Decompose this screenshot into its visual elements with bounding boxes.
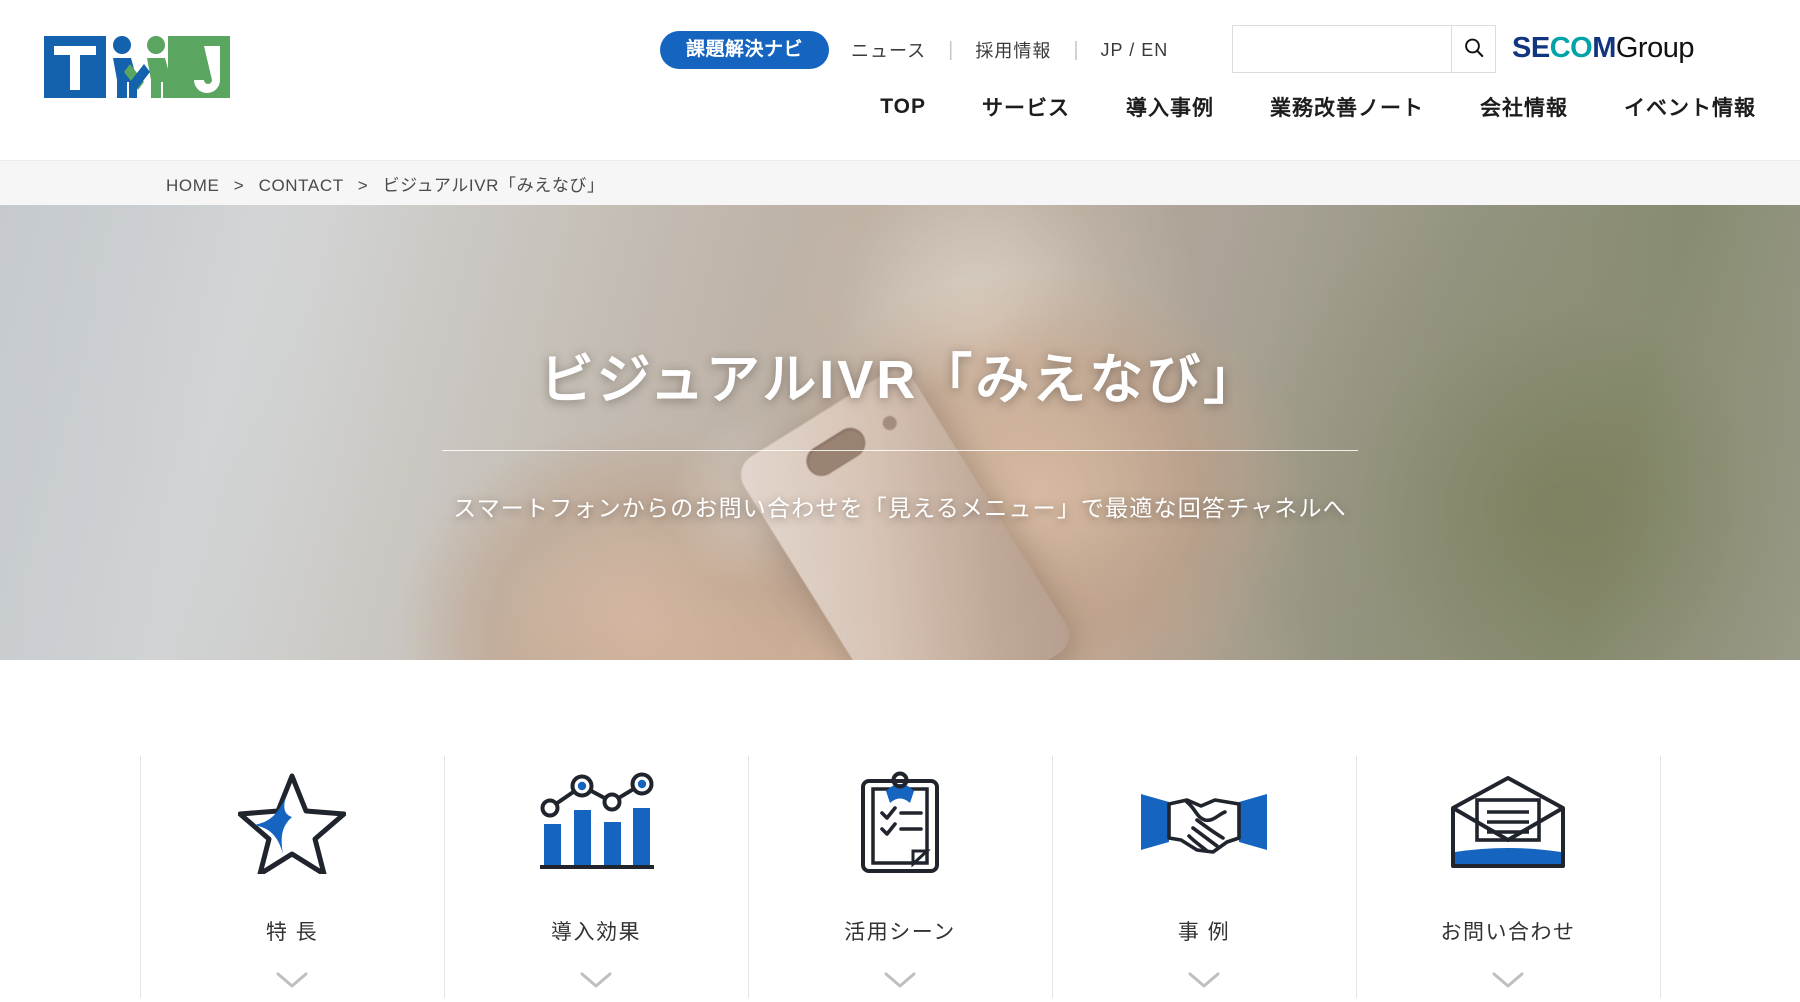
nav-item-top[interactable]: TOP xyxy=(852,95,954,119)
section-anchor-nav: 特 長 導入効果 活用シーン 事 例 お問い合わせ xyxy=(0,660,1800,1002)
search-icon xyxy=(1463,37,1485,62)
anchor-item-features[interactable]: 特 長 xyxy=(139,756,444,998)
anchor-item-cases[interactable]: 事 例 xyxy=(1051,756,1356,998)
chevron-down-icon xyxy=(1187,970,1221,995)
anchor-label: 特 長 xyxy=(265,921,319,944)
breadcrumb-separator: > xyxy=(357,175,369,195)
secom-group-logo[interactable]: SECOMGroup xyxy=(1512,32,1694,65)
tmj-logo[interactable] xyxy=(44,28,252,102)
anchor-label: 事 例 xyxy=(1177,921,1231,944)
breadcrumb-item-contact[interactable]: CONTACT xyxy=(259,176,344,195)
search-submit-button[interactable] xyxy=(1451,26,1495,72)
anchor-label: 活用シーン xyxy=(844,921,956,944)
chevron-down-icon xyxy=(883,970,917,995)
nav-item-company-info[interactable]: 会社情報 xyxy=(1452,92,1596,122)
breadcrumb-separator: > xyxy=(233,175,245,195)
nav-item-improvement-note[interactable]: 業務改善ノート xyxy=(1242,92,1452,122)
language-switch-jp-en[interactable]: JP / EN xyxy=(1079,40,1191,61)
bar-chart-icon xyxy=(536,762,656,882)
chevron-down-icon xyxy=(579,970,613,995)
breadcrumb: HOME > CONTACT > ビジュアルIVR「みえなび」 xyxy=(166,171,605,196)
anchor-item-effects[interactable]: 導入効果 xyxy=(443,756,748,998)
search-input[interactable] xyxy=(1233,26,1451,72)
utility-link-news[interactable]: ニュース xyxy=(829,37,948,63)
star-icon xyxy=(238,762,346,882)
nav-item-service[interactable]: サービス xyxy=(954,92,1098,122)
anchor-item-contact[interactable]: お問い合わせ xyxy=(1355,756,1661,998)
breadcrumb-bar: HOME > CONTACT > ビジュアルIVR「みえなび」 xyxy=(0,160,1800,205)
nav-item-event-info[interactable]: イベント情報 xyxy=(1596,92,1756,122)
kadai-kaiketsu-navi-button[interactable]: 課題解決ナビ xyxy=(660,31,830,69)
site-search xyxy=(1232,25,1496,73)
breadcrumb-item-home[interactable]: HOME xyxy=(166,176,219,195)
anchor-label: 導入効果 xyxy=(551,921,641,944)
hero-banner: ビジュアルIVR「みえなび」 スマートフォンからのお問い合わせを「見えるメニュー… xyxy=(0,205,1800,660)
chevron-down-icon xyxy=(275,970,309,995)
breadcrumb-item-current: ビジュアルIVR「みえなび」 xyxy=(382,175,605,195)
hero-subtitle: スマートフォンからのお問い合わせを「見えるメニュー」で最適な回答チャネルへ xyxy=(453,495,1347,521)
page-title: ビジュアルIVR「みえなび」 xyxy=(539,350,1261,410)
site-header: 課題解決ナビ ニュース | 採用情報 | JP / EN SECOMGroup … xyxy=(0,0,1800,160)
main-navigation: TOP サービス 導入事例 業務改善ノート 会社情報 イベント情報 xyxy=(852,92,1756,122)
handshake-icon xyxy=(1139,762,1269,882)
anchor-label: お問い合わせ xyxy=(1440,921,1576,944)
clipboard-check-icon xyxy=(855,762,945,882)
hero-divider xyxy=(442,450,1358,451)
utility-link-recruit[interactable]: 採用情報 xyxy=(953,37,1073,63)
secom-logo-co: CO xyxy=(1549,32,1593,64)
chevron-down-icon xyxy=(1491,970,1525,995)
header-utility-row: 課題解決ナビ ニュース | 採用情報 | JP / EN xyxy=(660,28,1190,72)
secom-logo-group: Group xyxy=(1615,32,1695,64)
anchor-item-use-scenes[interactable]: 活用シーン xyxy=(747,756,1052,998)
secom-logo-m: M xyxy=(1592,32,1616,64)
secom-logo-se: SE xyxy=(1512,32,1550,64)
nav-item-case-studies[interactable]: 導入事例 xyxy=(1098,92,1242,122)
open-envelope-icon xyxy=(1447,762,1569,882)
